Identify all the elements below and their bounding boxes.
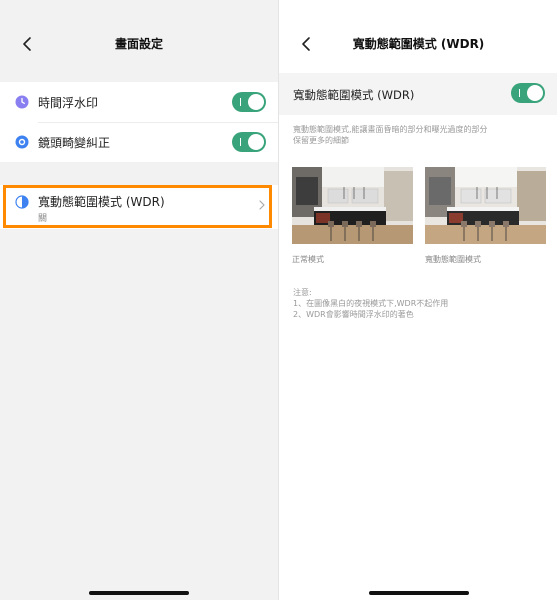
display-settings-screen: 畫面設定 時間浮水印 鏡頭畸變糾正 寬動態範圍模式 (WDR) 關: [0, 0, 278, 600]
lens-icon: [15, 135, 29, 149]
wdr-toggle-label: 寬動態範圍模式 (WDR): [293, 88, 415, 102]
settings-card: 時間浮水印 鏡頭畸變糾正: [0, 82, 278, 162]
notes-heading: 注意:: [293, 288, 312, 297]
lens-correction-toggle[interactable]: [232, 132, 266, 152]
description-line: 保留更多的細節: [293, 136, 349, 145]
nav-bar: 寬動態範圍模式 (WDR): [279, 30, 557, 58]
page-title: 畫面設定: [114, 37, 163, 51]
setting-row-lens-correction: 鏡頭畸變糾正: [0, 122, 278, 162]
setting-row-timestamp: 時間浮水印: [0, 82, 278, 122]
page-title: 寬動態範圍模式 (WDR): [352, 37, 485, 51]
note-item: 2、WDR會影響時間浮水印的著色: [293, 310, 414, 319]
timestamp-toggle[interactable]: [232, 92, 266, 112]
setting-label: 時間浮水印: [38, 96, 99, 110]
description-line: 寬動態範圍模式,能讓畫面昏暗的部分和曝光過度的部分: [293, 125, 488, 134]
note-item: 1、在圖像黑白的夜視模式下,WDR不起作用: [293, 299, 449, 308]
wdr-description: 寬動態範圍模式,能讓畫面昏暗的部分和曝光過度的部分 保留更多的細節: [293, 124, 533, 146]
notes: 注意: 1、在圖像黑白的夜視模式下,WDR不起作用 2、WDR會影響時間浮水印的…: [293, 287, 448, 320]
clock-icon: [15, 95, 29, 109]
normal-mode-image: [292, 167, 413, 244]
normal-mode-caption: 正常模式: [292, 255, 324, 264]
highlight-box: [3, 185, 272, 228]
setting-label: 鏡頭畸變糾正: [38, 136, 111, 150]
wdr-toggle[interactable]: [511, 83, 545, 103]
wdr-mode-image: [425, 167, 546, 244]
wdr-toggle-row: 寬動態範圍模式 (WDR): [279, 73, 557, 115]
home-indicator: [89, 591, 189, 595]
wdr-settings-screen: 寬動態範圍模式 (WDR) 寬動態範圍模式 (WDR) 寬動態範圍模式,能讓畫面…: [278, 0, 557, 600]
wdr-mode-caption: 寬動態範圍模式: [425, 255, 481, 264]
nav-bar: 畫面設定: [0, 30, 278, 58]
home-indicator: [369, 591, 469, 595]
